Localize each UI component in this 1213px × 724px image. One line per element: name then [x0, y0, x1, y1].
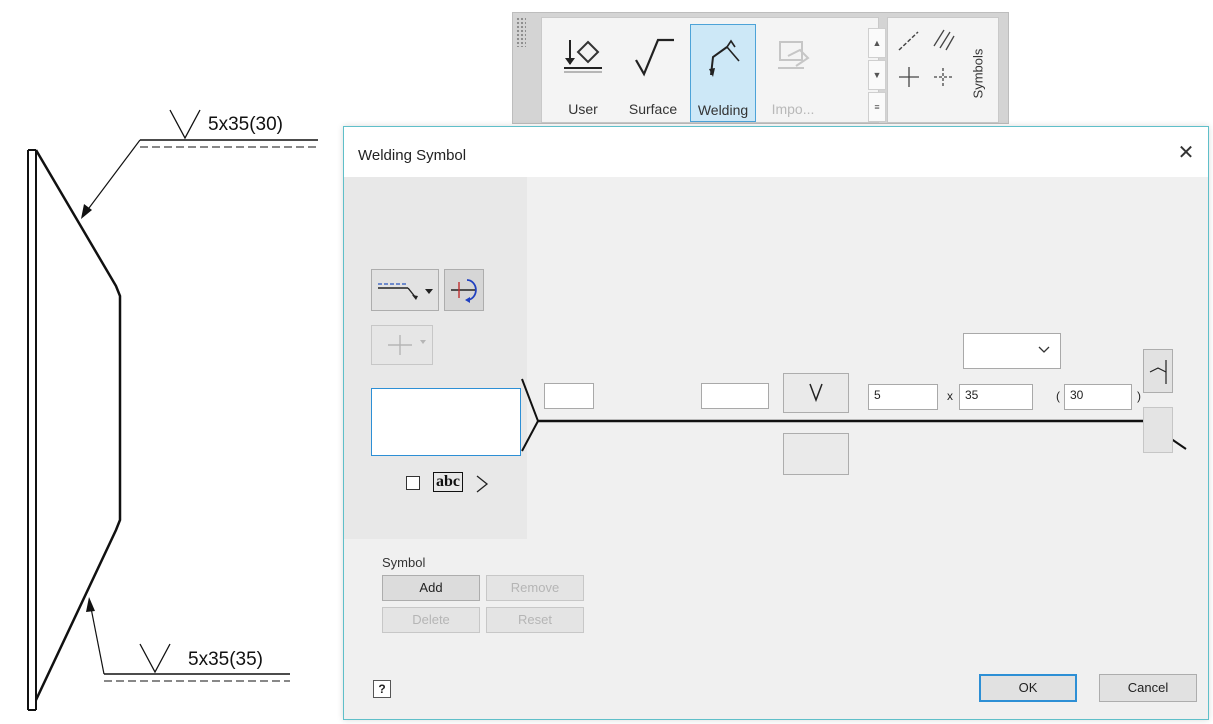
top-weld-callout: 5x35(30) — [81, 109, 318, 219]
symbols-panel: Symbols — [887, 17, 999, 123]
tail-checkbox[interactable] — [406, 476, 420, 490]
flag-icon — [1149, 360, 1167, 384]
close-icon[interactable]: ✕ — [1174, 141, 1198, 165]
top-weld-annotation: 5x35(30) — [208, 114, 283, 135]
weld-type-other-side-button[interactable] — [783, 433, 849, 475]
multiply-sign: x — [947, 389, 953, 403]
flip-reference-icon — [451, 279, 477, 303]
weld-length-field[interactable]: 35 — [959, 384, 1033, 410]
symbols-panel-label: Symbols — [970, 48, 986, 99]
dialog-titlebar: Welding Symbol ✕ — [344, 127, 1208, 177]
paren-close: ) — [1137, 389, 1141, 403]
bottom-weld-callout: 5x35(35) — [86, 597, 290, 682]
remove-symbol-button[interactable]: Remove — [486, 575, 584, 601]
bottom-weld-annotation: 5x35(35) — [188, 649, 263, 670]
import-symbol-button[interactable]: Impo... — [760, 24, 826, 122]
welding-symbol-dialog: Welding Symbol ✕ abc 5 x 35 (30) Symbo… — [343, 126, 1209, 720]
text-symbol-icon[interactable]: abc — [433, 472, 463, 492]
import-button-label: Impo... — [771, 101, 815, 117]
paren-open: ( — [1056, 389, 1060, 403]
ribbon-toolbar: User Surface Welding Impo... ▲ ▼ ≡ Symbo… — [512, 12, 1009, 124]
user-symbol-button[interactable]: User — [550, 24, 616, 122]
add-symbol-button[interactable]: Add — [382, 575, 480, 601]
contour-select[interactable] — [963, 333, 1061, 369]
user-symbol-icon — [564, 40, 602, 73]
swap-arrow-side-button[interactable] — [444, 269, 484, 311]
leader-arrow-icon — [378, 283, 433, 300]
import-symbol-icon — [778, 41, 810, 69]
delete-symbol-button[interactable]: Delete — [382, 607, 480, 633]
v-groove-icon — [809, 383, 823, 403]
welding-symbol-button[interactable]: Welding — [690, 24, 756, 122]
prefix-field[interactable] — [544, 383, 594, 409]
gallery-scroll-down-icon[interactable]: ▼ — [868, 60, 886, 90]
weld-size-field[interactable]: 5 — [868, 384, 938, 410]
ok-button[interactable]: OK — [979, 674, 1077, 702]
help-icon[interactable]: ? — [373, 680, 391, 698]
field-weld-flag-button[interactable] — [1143, 349, 1173, 393]
symbol-group-label: Symbol — [382, 555, 426, 570]
preceding-dimension-field[interactable] — [701, 383, 769, 409]
ribbon-gallery-scroll[interactable]: ▲ ▼ ≡ — [868, 28, 886, 123]
center-mark-icon[interactable] — [930, 64, 956, 90]
surface-symbol-button[interactable]: Surface — [620, 24, 686, 122]
datum-line-icon[interactable] — [896, 28, 922, 54]
gallery-expand-icon[interactable]: ≡ — [868, 92, 886, 122]
tail-text-field[interactable] — [371, 388, 521, 456]
gallery-scroll-up-icon[interactable]: ▲ — [868, 28, 886, 58]
surface-button-label: Surface — [628, 101, 678, 117]
welding-button-label: Welding — [697, 102, 749, 118]
tail-arrow-icon — [476, 475, 489, 493]
welding-symbol-icon — [709, 39, 740, 77]
dialog-title: Welding Symbol — [358, 147, 467, 164]
surface-texture-icon — [635, 38, 674, 77]
symbol-ribbon-panel: User Surface Welding Impo... ▲ ▼ ≡ — [541, 17, 886, 123]
user-button-label: User — [568, 101, 598, 117]
leader-style-dropdown[interactable] — [371, 269, 439, 311]
field-weld-dropdown[interactable] — [371, 325, 433, 365]
weld-pitch-field[interactable]: 30 — [1064, 384, 1132, 410]
cancel-button[interactable]: Cancel — [1099, 674, 1197, 702]
centerline-cross-icon[interactable] — [896, 64, 922, 90]
all-around-button[interactable] — [1143, 407, 1173, 453]
reset-symbol-button[interactable]: Reset — [486, 607, 584, 633]
ribbon-grip[interactable] — [516, 17, 526, 47]
part-drawing: 5x35(30) 5x35(35) — [27, 109, 318, 711]
weld-type-arrow-side-button[interactable] — [783, 373, 849, 413]
field-weld-cross-icon — [388, 335, 426, 355]
chevron-down-icon — [1038, 346, 1050, 353]
hatch-icon[interactable] — [930, 26, 956, 52]
